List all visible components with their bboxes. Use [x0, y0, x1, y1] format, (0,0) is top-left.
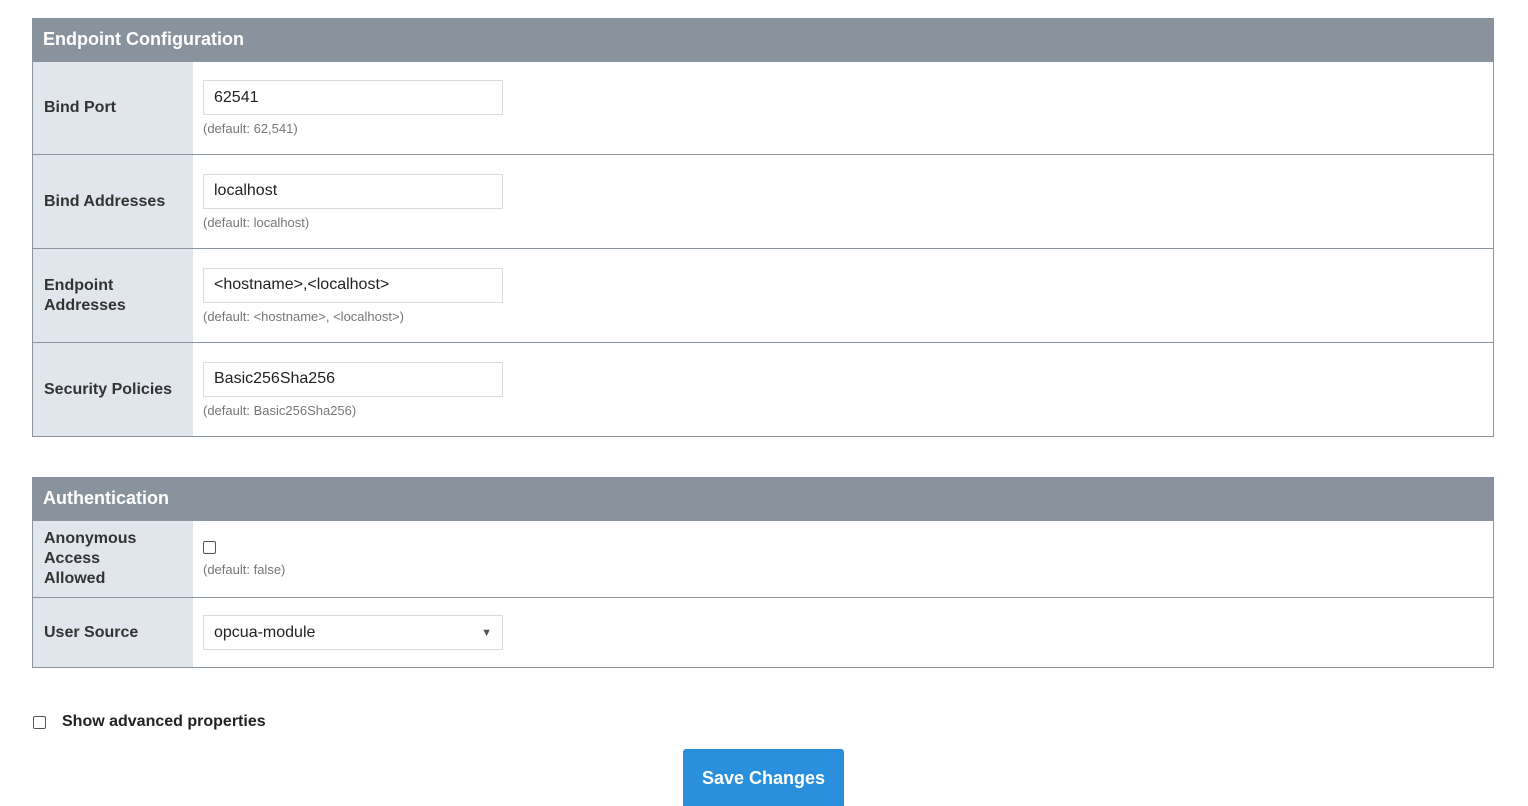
- endpoint-addresses-label: Endpoint Addresses: [33, 249, 193, 342]
- user-source-label: User Source: [33, 598, 193, 667]
- chevron-down-icon: ▼: [481, 626, 492, 639]
- endpoint-addresses-hint: (default: <hostname>, <localhost>): [203, 308, 404, 324]
- save-changes-button[interactable]: Save Changes: [683, 749, 844, 806]
- bind-addresses-label: Bind Addresses: [33, 155, 193, 248]
- security-policies-value-cell: (default: Basic256Sha256): [193, 343, 1493, 436]
- security-policies-row: Security Policies (default: Basic256Sha2…: [33, 342, 1493, 436]
- anonymous-access-label: Anonymous Access Allowed: [33, 521, 193, 597]
- anonymous-access-hint: (default: false): [203, 562, 286, 577]
- security-policies-input[interactable]: [203, 361, 503, 397]
- security-policies-hint: (default: Basic256Sha256): [203, 402, 357, 418]
- bind-addresses-hint: (default: localhost): [203, 214, 310, 230]
- anonymous-access-label-text: Anonymous Access Allowed: [44, 530, 137, 587]
- anonymous-access-value-cell: (default: false): [193, 521, 1493, 597]
- anonymous-access-row: Anonymous Access Allowed (default: false…: [33, 520, 1493, 597]
- authentication-header: Authentication: [32, 477, 1494, 520]
- show-advanced-label: Show advanced properties: [62, 713, 266, 730]
- endpoint-addresses-input[interactable]: [203, 267, 503, 303]
- bind-port-label: Bind Port: [33, 62, 193, 154]
- security-policies-label: Security Policies: [33, 343, 193, 436]
- endpoint-configuration-header: Endpoint Configuration: [32, 18, 1494, 61]
- bind-port-row: Bind Port (default: 62,541): [33, 61, 1493, 154]
- user-source-value-cell: opcua-module ▼: [193, 598, 1493, 667]
- user-source-select[interactable]: opcua-module ▼: [203, 615, 503, 650]
- bind-addresses-row: Bind Addresses (default: localhost): [33, 154, 1493, 248]
- bind-addresses-value-cell: (default: localhost): [193, 155, 1493, 248]
- bind-port-hint: (default: 62,541): [203, 121, 298, 136]
- authentication-panel: Authentication Anonymous Access Allowed …: [32, 477, 1494, 668]
- anonymous-access-checkbox[interactable]: [203, 541, 216, 554]
- endpoint-configuration-panel: Endpoint Configuration Bind Port (defaul…: [32, 18, 1494, 437]
- endpoint-addresses-value-cell: (default: <hostname>, <localhost>): [193, 249, 1493, 342]
- bind-addresses-input[interactable]: [203, 173, 503, 209]
- show-advanced-properties[interactable]: Show advanced properties: [33, 713, 266, 731]
- bind-port-value-cell: (default: 62,541): [193, 62, 1493, 154]
- user-source-selected-value: opcua-module: [214, 623, 316, 641]
- endpoint-addresses-row: Endpoint Addresses (default: <hostname>,…: [33, 248, 1493, 342]
- show-advanced-checkbox[interactable]: [33, 715, 46, 729]
- endpoint-addresses-label-text: Endpoint Addresses: [44, 276, 126, 314]
- user-source-row: User Source opcua-module ▼: [33, 597, 1493, 667]
- bind-port-input[interactable]: [203, 80, 503, 115]
